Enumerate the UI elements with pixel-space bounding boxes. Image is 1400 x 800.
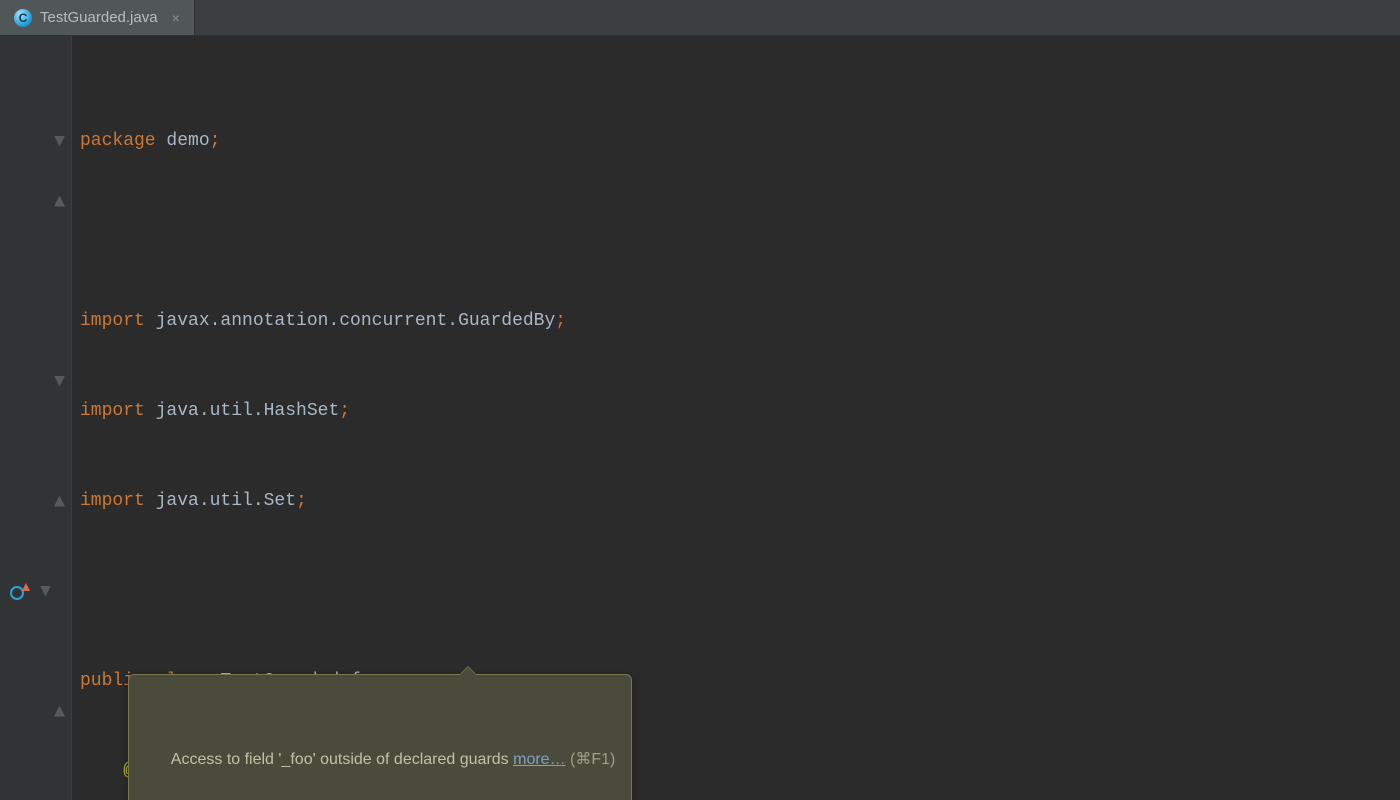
code-line: import java.util.Set;: [72, 486, 1400, 516]
inspection-tooltip: Access to field '_foo' outside of declar…: [128, 674, 632, 800]
fold-icon[interactable]: [0, 696, 71, 726]
code-line: package demo;: [72, 126, 1400, 156]
code-line: [72, 576, 1400, 606]
fold-icon[interactable]: [0, 126, 71, 156]
code-line: import javax.annotation.concurrent.Guard…: [72, 306, 1400, 336]
tooltip-shortcut: (⌘F1): [566, 751, 616, 768]
tooltip-arrow-icon: [459, 666, 477, 675]
code-editor[interactable]: package demo; import javax.annotation.co…: [0, 36, 1400, 800]
fold-icon[interactable]: [0, 366, 71, 396]
editor-tab[interactable]: C TestGuarded.java ×: [0, 0, 195, 35]
close-icon[interactable]: ×: [172, 10, 180, 26]
tab-bar: C TestGuarded.java ×: [0, 0, 1400, 36]
override-gutter-icon[interactable]: [0, 576, 71, 606]
tooltip-text: Access to field '_foo' outside of declar…: [171, 751, 513, 768]
code-area[interactable]: package demo; import javax.annotation.co…: [72, 36, 1400, 800]
gutter: [0, 36, 72, 800]
fold-icon[interactable]: [0, 486, 71, 516]
override-icon[interactable]: [10, 583, 26, 599]
class-file-icon: C: [14, 9, 32, 27]
code-line: import java.util.HashSet;: [72, 396, 1400, 426]
code-line: [72, 216, 1400, 246]
fold-icon[interactable]: [0, 186, 71, 216]
tab-filename: TestGuarded.java: [40, 9, 158, 26]
tooltip-more-link[interactable]: more…: [513, 751, 565, 768]
